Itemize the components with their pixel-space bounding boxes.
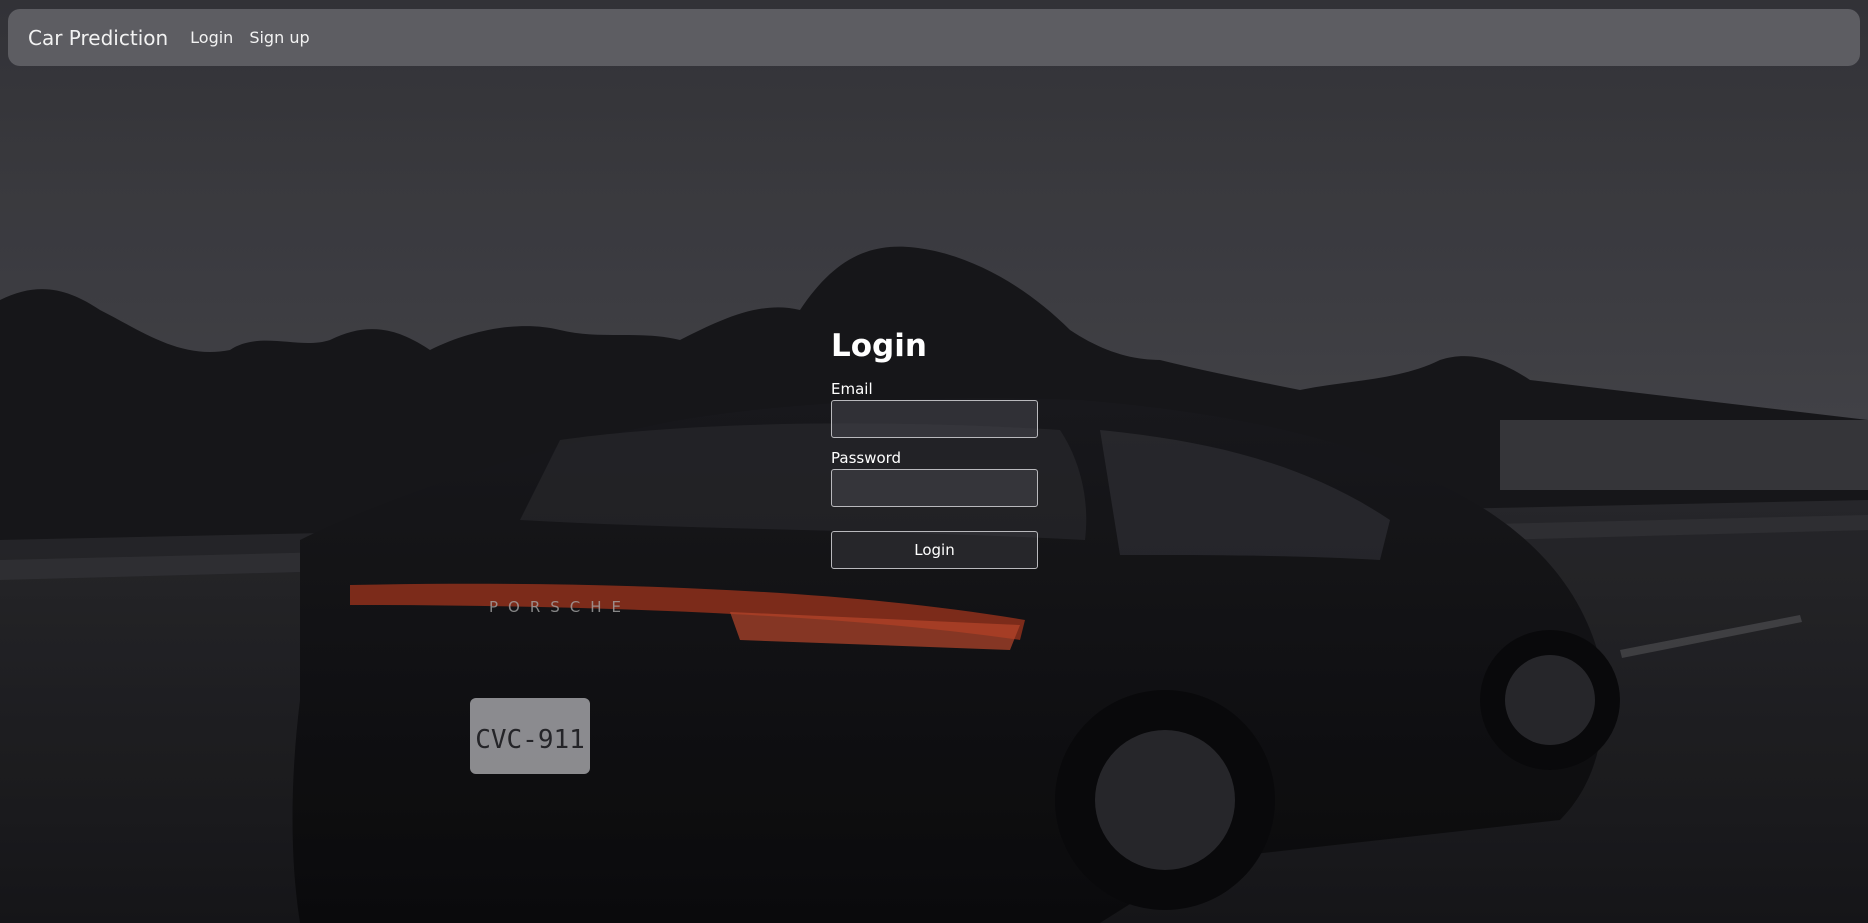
login-page: CVC-911 PORSCHE Car Prediction Login Sig…: [0, 0, 1868, 923]
email-label: Email: [831, 380, 873, 398]
login-title: Login: [831, 328, 927, 364]
nav-link-login[interactable]: Login: [190, 28, 233, 47]
nav-link-signup[interactable]: Sign up: [249, 28, 309, 47]
password-label: Password: [831, 449, 902, 467]
password-field[interactable]: [831, 469, 1038, 507]
top-navbar: Car Prediction Login Sign up: [8, 9, 1860, 66]
brand-link[interactable]: Car Prediction: [28, 26, 168, 50]
email-field[interactable]: [831, 400, 1038, 438]
login-form: Login Email Password Login: [831, 325, 1039, 569]
login-button[interactable]: Login: [831, 531, 1038, 569]
